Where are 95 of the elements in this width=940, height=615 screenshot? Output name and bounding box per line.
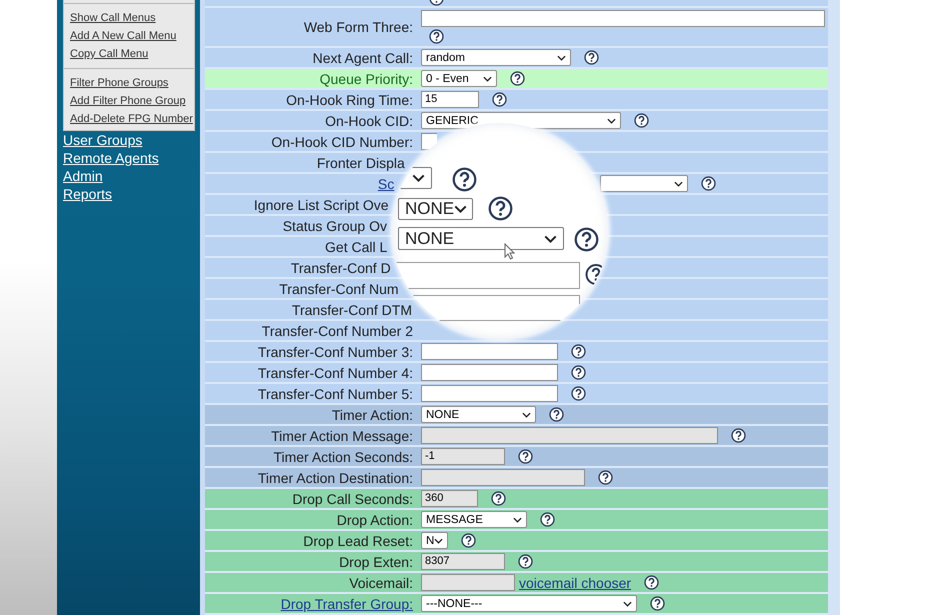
help-icon[interactable] (644, 575, 660, 590)
text-field[interactable]: -1 (421, 448, 505, 465)
submenu-link[interactable]: Show Call Menus (70, 9, 156, 27)
text-field[interactable]: 15 (421, 91, 479, 108)
chevron-icon (557, 54, 566, 60)
dropdown[interactable]: NONE (421, 406, 536, 423)
help-icon[interactable] (574, 227, 599, 252)
help-icon[interactable] (598, 470, 613, 485)
field-label: Timer Action Message: (271, 428, 413, 444)
chevron-icon (454, 205, 468, 213)
help-icon[interactable] (549, 407, 564, 422)
nav-link[interactable]: Admin (63, 167, 103, 185)
help-icon[interactable] (731, 428, 746, 443)
field-label: Timer Action Seconds: (273, 448, 413, 464)
field-label: Queue Priority: (320, 70, 413, 86)
field-label: Drop Exten: (339, 554, 413, 570)
field-label-link[interactable]: Drop Transfer Group: (280, 596, 413, 612)
chevron-icon (483, 76, 492, 82)
chevron-icon (434, 538, 444, 544)
field-label: Transfer-Conf Number 3: (258, 344, 413, 360)
text-field[interactable] (421, 385, 558, 402)
nav-link[interactable]: Reports (63, 185, 112, 203)
field-label: Drop Lead Reset: (303, 532, 413, 548)
dropdown[interactable]: MESSAGE (421, 511, 527, 528)
help-icon[interactable] (634, 113, 649, 128)
text-field[interactable] (421, 469, 585, 486)
submenu-link[interactable]: Add A New Call Menu (70, 27, 176, 45)
field-label: Fronter Displa (316, 154, 405, 170)
help-icon[interactable] (571, 386, 586, 401)
dropdown[interactable]: ---NONE--- (421, 595, 637, 612)
submenu-link[interactable]: Filter Phone Groups (70, 74, 168, 92)
chevron-icon (522, 412, 531, 418)
field-label: Drop Action: (336, 512, 413, 528)
chevron-icon (674, 180, 683, 186)
help-icon[interactable] (461, 533, 476, 548)
text-field[interactable] (396, 262, 580, 289)
field-label: Status Group Ov (282, 218, 387, 234)
field-label: Transfer-Conf Number 5: (258, 386, 413, 402)
field-label: Timer Action Destination: (258, 470, 413, 486)
field-label: Ignore List Script Ove (254, 196, 389, 212)
field-label: Transfer-Conf Num (279, 280, 399, 296)
dropdown[interactable]: GENERIC (421, 112, 621, 129)
nav-link[interactable]: User Groups (63, 131, 142, 149)
chevron-icon (544, 234, 557, 242)
chevron-icon (623, 600, 632, 606)
help-icon[interactable] (584, 50, 599, 65)
field-label: Drop Call Seconds: (292, 490, 413, 506)
field-label: Web Form Three: (304, 19, 413, 35)
field-label: Transfer-Conf D (290, 260, 391, 276)
submenu-link[interactable]: Copy Call Menu (70, 45, 148, 63)
dropdown[interactable]: NONE (398, 198, 473, 220)
field-label: Voicemail: (349, 574, 413, 590)
text-field[interactable] (421, 427, 718, 444)
help-icon[interactable] (540, 512, 555, 527)
text-field[interactable] (421, 10, 825, 27)
field-label: On-Hook Ring Time: (286, 92, 413, 108)
chevron-icon (412, 174, 425, 182)
nav-link[interactable]: Remote Agents (63, 149, 159, 167)
text-field[interactable]: 8307 (421, 553, 505, 570)
field-label: Next Agent Call: (312, 50, 413, 66)
dropdown[interactable]: 0 - Even (421, 70, 497, 87)
chooser-link[interactable]: voicemail chooser (519, 574, 632, 590)
chevron-icon (513, 516, 522, 522)
text-field[interactable]: 360 (421, 490, 478, 507)
submenu-link[interactable]: Add-Delete FPG Number (70, 110, 193, 128)
help-icon[interactable] (491, 491, 506, 506)
submenu-link[interactable]: Add Filter Phone Group (70, 92, 186, 110)
field-label: On-Hook CID: (325, 112, 413, 128)
help-icon[interactable] (510, 71, 525, 86)
field-label: Transfer-Conf Number 4: (258, 364, 413, 380)
dropdown[interactable]: NONE (398, 227, 564, 250)
help-icon[interactable] (452, 167, 477, 192)
help-icon[interactable] (571, 365, 586, 380)
field-label: Transfer-Conf Number 2 (262, 322, 413, 338)
field-label: On-Hook CID Number: (271, 134, 413, 150)
text-field[interactable] (421, 133, 437, 150)
field-label: Get Call L (325, 238, 388, 254)
help-icon[interactable] (488, 196, 513, 221)
field-label: Timer Action: (332, 406, 413, 422)
dropdown[interactable]: random (421, 49, 571, 66)
text-field[interactable] (421, 343, 558, 360)
text-field[interactable] (421, 574, 515, 591)
field-label-link[interactable]: Sc (378, 176, 394, 192)
dropdown[interactable]: N (421, 532, 448, 549)
help-icon[interactable] (701, 176, 716, 191)
help-icon[interactable] (429, 29, 444, 44)
field-label: Transfer-Conf DTM (292, 302, 412, 318)
help-icon[interactable] (492, 92, 507, 107)
text-field[interactable] (421, 364, 558, 381)
help-icon[interactable] (518, 554, 533, 569)
help-icon[interactable] (571, 344, 586, 359)
cursor-icon (504, 243, 515, 260)
help-icon[interactable] (650, 596, 665, 611)
chevron-icon (607, 118, 616, 124)
help-icon[interactable] (518, 449, 533, 464)
